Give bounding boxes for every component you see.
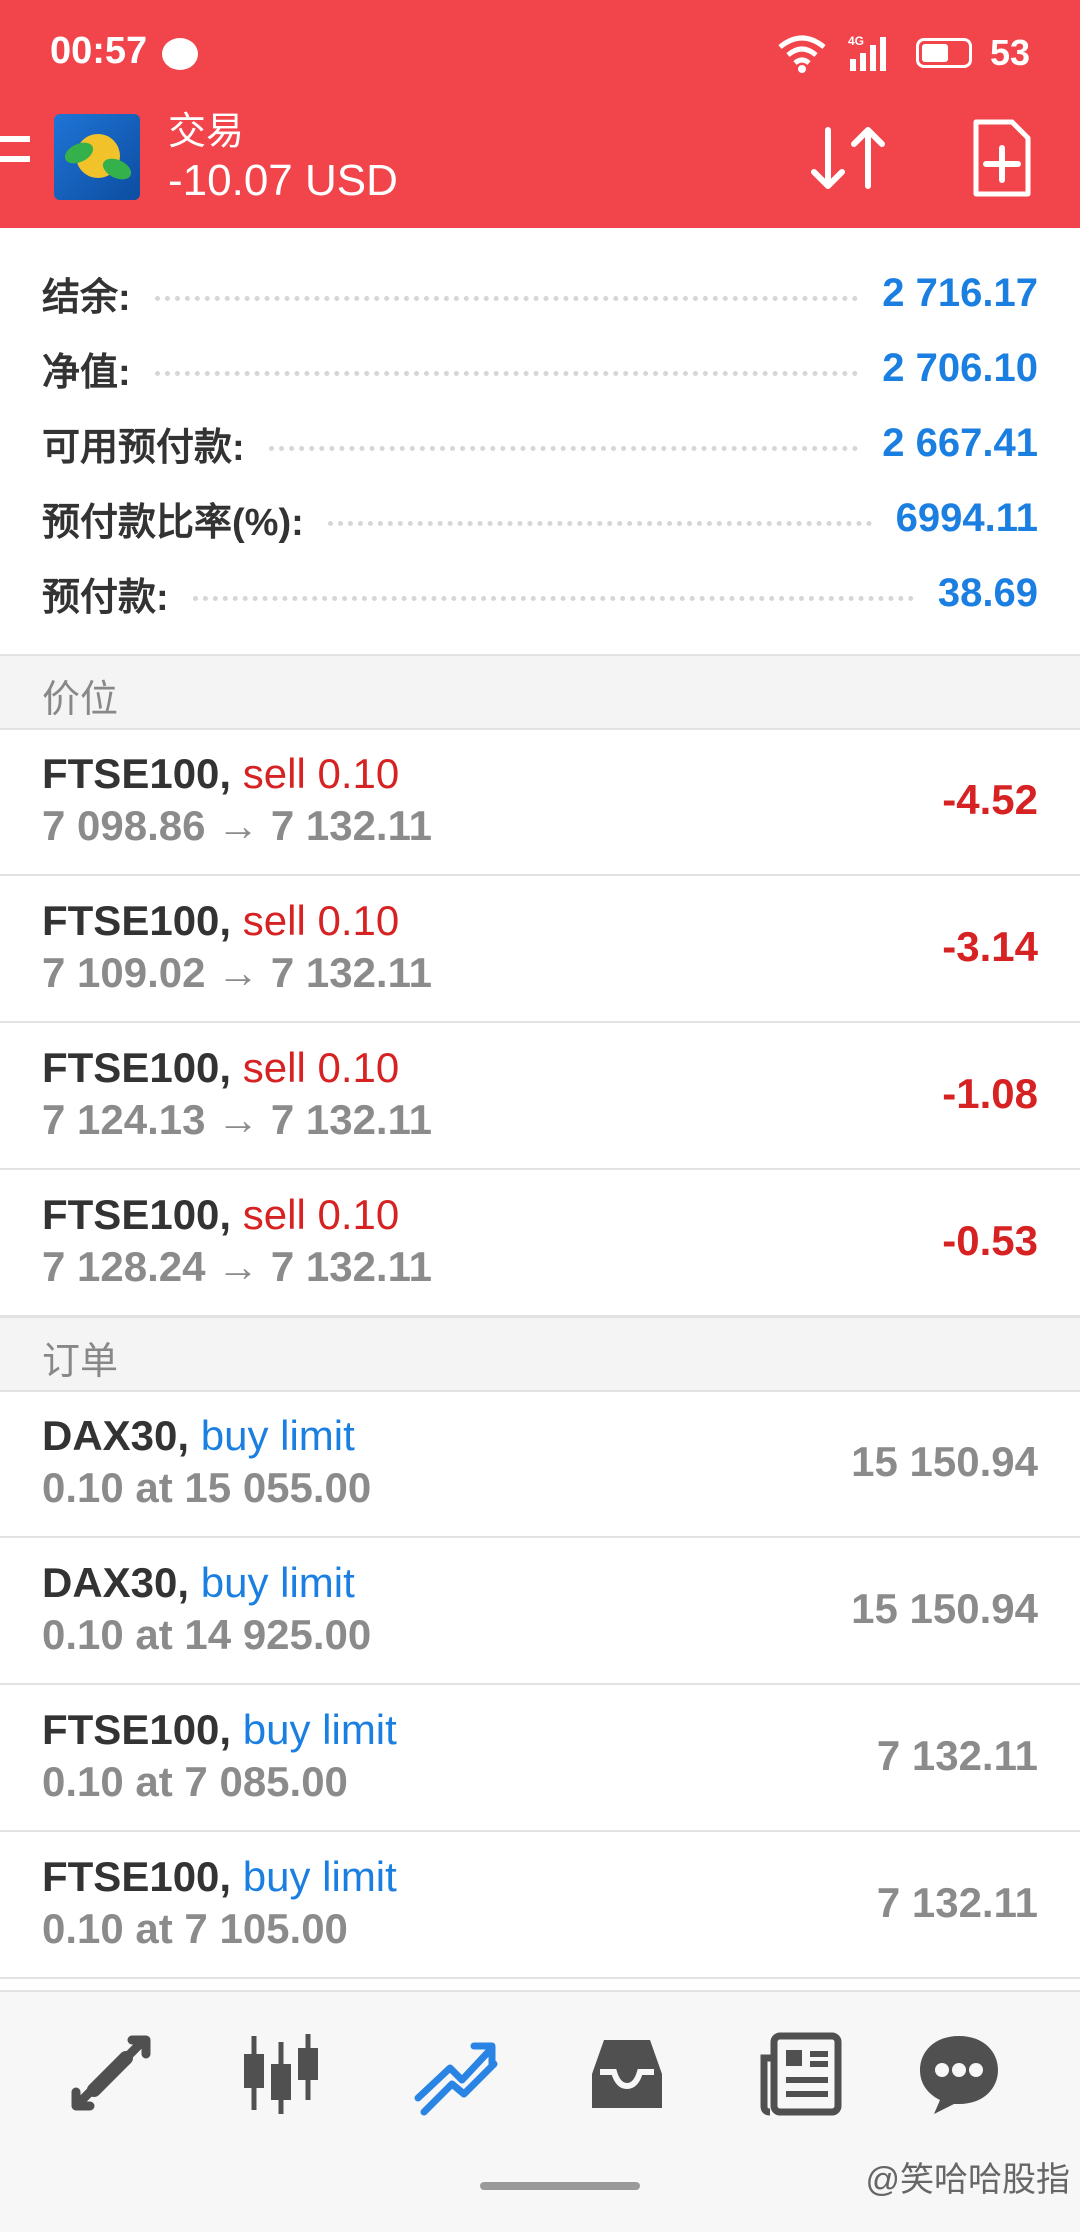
order-row[interactable]: FTSE100, buy limit 0.10 at 7 085.00 7 13… (0, 1686, 1080, 1832)
free-margin-value: 2 667.41 (882, 421, 1038, 465)
watermark: @笑哈哈股指 (865, 2161, 1070, 2199)
order-symbol: FTSE100, (42, 1853, 232, 1900)
order-type: buy limit (242, 1853, 397, 1900)
position-profit: -3.14 (942, 923, 1038, 970)
order-current-price: 15 150.94 (851, 1585, 1038, 1632)
position-price-range: 7 128.24 → 7 132.11 (42, 1243, 432, 1290)
status-time: 00:57 (50, 30, 148, 72)
margin-value: 38.69 (937, 571, 1038, 615)
status-bar: 00:57 4G 53 (0, 0, 1080, 108)
wifi-icon (778, 35, 826, 73)
network-type: 4G (848, 34, 864, 48)
order-current-price: 7 132.11 (876, 1732, 1038, 1779)
equity-row: 净值: 2 706.10 (0, 331, 1080, 406)
position-symbol: FTSE100, (42, 1044, 232, 1091)
new-order-icon[interactable] (970, 118, 1034, 198)
position-symbol: FTSE100, (42, 750, 232, 797)
order-row[interactable]: DAX30, buy limit 0.10 at 14 925.00 15 15… (0, 1539, 1080, 1685)
free-margin-row: 可用预付款: 2 667.41 (0, 406, 1080, 481)
dotted-leader (192, 596, 914, 601)
order-current-price: 15 150.94 (851, 1438, 1038, 1485)
position-price-range: 7 124.13 → 7 132.11 (42, 1096, 432, 1143)
page-title: 交易 (168, 111, 245, 153)
account-summary: 结余: 2 716.17 净值: 2 706.10 可用预付款: 2 667.4… (0, 256, 1080, 631)
position-profit: -0.53 (942, 1217, 1038, 1264)
free-margin-label: 可用预付款: (42, 427, 245, 469)
position-price-range: 7 098.86 → 7 132.11 (42, 802, 432, 849)
toolbar: 交易 -10.07 USD (0, 100, 1080, 228)
metatrader-logo-icon (54, 114, 140, 200)
dotted-leader (154, 296, 859, 301)
balance-label: 结余: (42, 277, 131, 319)
home-indicator[interactable] (480, 2182, 640, 2190)
order-type: buy limit (200, 1559, 355, 1606)
chart-icon[interactable] (236, 2028, 326, 2118)
order-volume-price: 0.10 at 7 085.00 (42, 1758, 348, 1805)
dotted-leader (327, 521, 872, 526)
position-row[interactable]: FTSE100, sell 0.10 7 124.13 → 7 132.11 -… (0, 1024, 1080, 1170)
equity-label: 净值: (42, 352, 131, 394)
margin-row: 预付款: 38.69 (0, 556, 1080, 631)
order-symbol: FTSE100, (42, 1706, 232, 1753)
orders-section-title: 订单 (42, 1341, 119, 1383)
order-volume-price: 0.10 at 7 105.00 (42, 1905, 348, 1952)
margin-label: 预付款: (42, 577, 169, 619)
position-type: sell 0.10 (242, 897, 400, 944)
margin-level-value: 6994.11 (895, 496, 1038, 540)
profit-summary: -10.07 USD (168, 156, 398, 205)
position-profit: -1.08 (942, 1070, 1038, 1117)
position-symbol: FTSE100, (42, 897, 232, 944)
battery-icon (915, 38, 972, 68)
position-symbol: FTSE100, (42, 1191, 232, 1238)
position-type: sell 0.10 (242, 1191, 400, 1238)
balance-value: 2 716.17 (882, 271, 1038, 315)
positions-section-header: 价位 (0, 654, 1080, 730)
order-symbol: DAX30, (42, 1412, 190, 1459)
margin-level-row: 预付款比率(%): 6994.11 (0, 481, 1080, 556)
battery-level: 53 (989, 32, 1030, 73)
menu-icon[interactable] (0, 136, 30, 184)
order-volume-price: 0.10 at 15 055.00 (42, 1464, 372, 1511)
position-price-range: 7 109.02 → 7 132.11 (42, 949, 432, 996)
orders-section-header: 订单 (0, 1316, 1080, 1392)
order-row[interactable]: DAX30, buy limit 0.10 at 15 055.00 15 15… (0, 1392, 1080, 1538)
history-icon[interactable] (582, 2028, 672, 2118)
dotted-leader (268, 446, 859, 451)
sort-icon[interactable] (806, 122, 890, 194)
news-icon[interactable] (756, 2028, 846, 2118)
equity-value: 2 706.10 (882, 346, 1038, 390)
message-notification-icon (162, 38, 198, 70)
position-row[interactable]: FTSE100, sell 0.10 7 109.02 → 7 132.11 -… (0, 877, 1080, 1023)
bottom-navigation: @笑哈哈股指 (0, 1990, 1080, 2232)
status-icons: 4G 53 (776, 28, 1030, 78)
cellular-signal-icon: 4G (848, 34, 886, 71)
margin-level-label: 预付款比率(%): (42, 502, 304, 544)
position-type: sell 0.10 (242, 750, 400, 797)
positions-section-title: 价位 (42, 679, 119, 721)
balance-row: 结余: 2 716.17 (0, 256, 1080, 331)
position-row[interactable]: FTSE100, sell 0.10 7 098.86 → 7 132.11 -… (0, 730, 1080, 876)
order-row[interactable]: FTSE100, buy limit 0.10 at 7 105.00 7 13… (0, 1833, 1080, 1979)
order-type: buy limit (200, 1412, 355, 1459)
dotted-leader (154, 371, 859, 376)
position-row[interactable]: FTSE100, sell 0.10 7 128.24 → 7 132.11 -… (0, 1171, 1080, 1317)
order-type: buy limit (242, 1706, 397, 1753)
trade-icon[interactable] (410, 2028, 500, 2118)
order-current-price: 7 132.11 (876, 1879, 1038, 1926)
position-profit: -4.52 (942, 776, 1038, 823)
app-header: 00:57 4G 53 交易 -10.07 USD (0, 0, 1080, 228)
order-symbol: DAX30, (42, 1559, 190, 1606)
quotes-icon[interactable] (66, 2028, 156, 2118)
chat-icon[interactable] (914, 2028, 1004, 2118)
position-type: sell 0.10 (242, 1044, 400, 1091)
order-volume-price: 0.10 at 14 925.00 (42, 1611, 372, 1658)
